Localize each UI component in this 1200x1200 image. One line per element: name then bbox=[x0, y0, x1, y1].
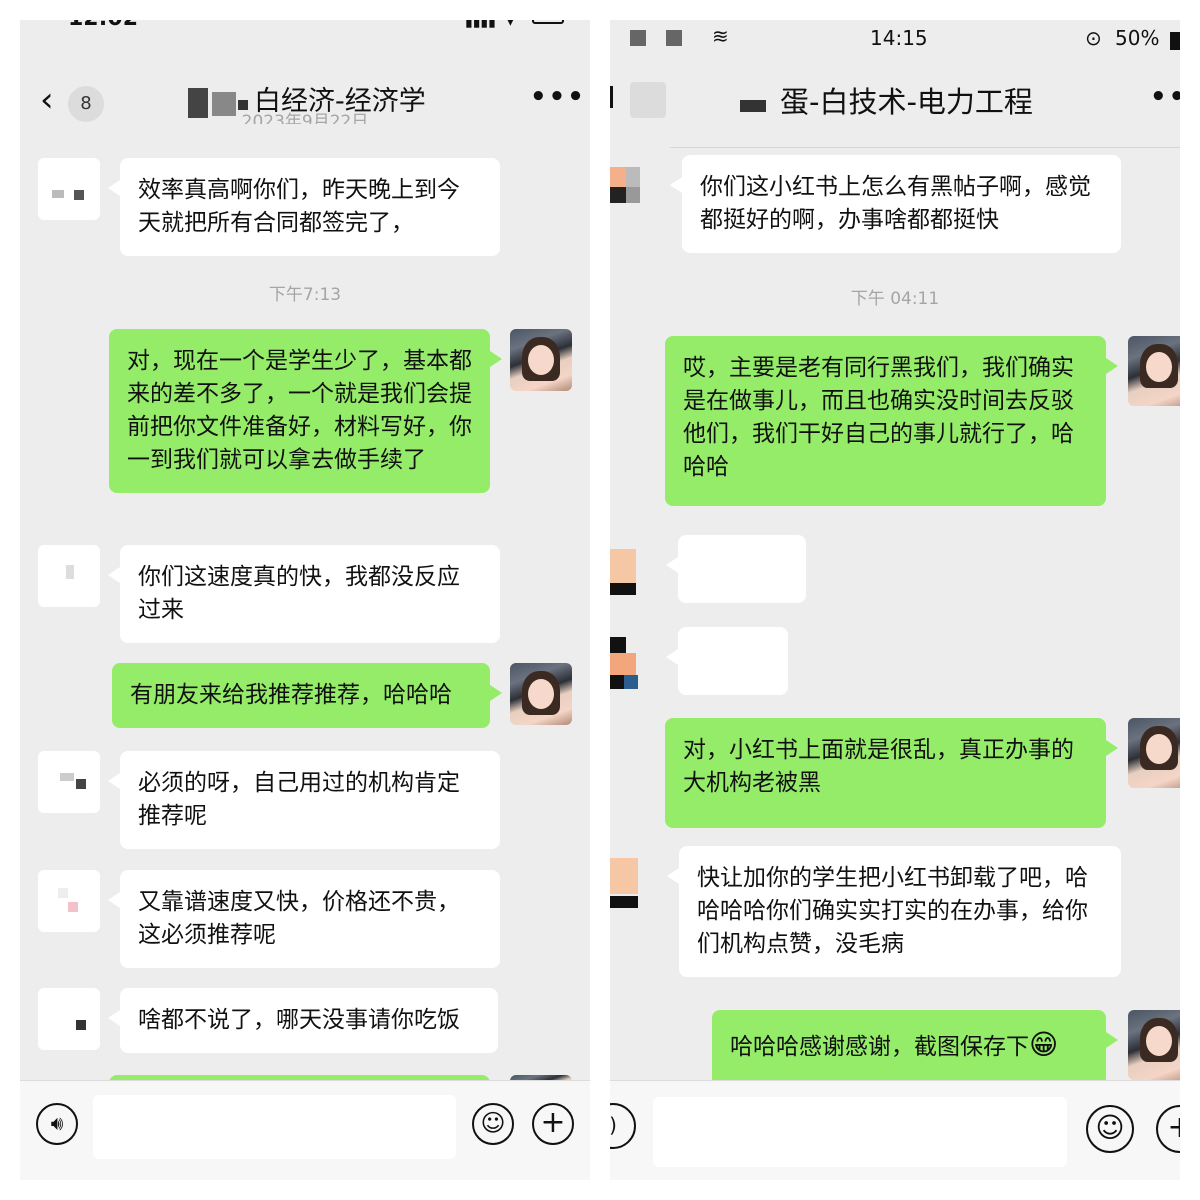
date-stamp: 2023年9月22日 bbox=[241, 112, 369, 124]
my-avatar[interactable] bbox=[1128, 718, 1180, 788]
grin-emoji-icon: 😁 bbox=[1029, 1028, 1059, 1061]
contact-avatar[interactable] bbox=[610, 846, 662, 908]
my-avatar[interactable] bbox=[510, 663, 572, 725]
name-blur bbox=[740, 100, 766, 112]
rotation-lock-icon: ⊙ bbox=[1085, 26, 1102, 50]
status-time: 14:15 bbox=[870, 26, 928, 50]
wifi-icon: ≋ bbox=[712, 24, 729, 48]
header-divider bbox=[670, 147, 1180, 148]
battery-percent: 50% bbox=[1115, 26, 1160, 50]
contact-avatar[interactable] bbox=[610, 627, 662, 689]
contact-avatar[interactable] bbox=[38, 545, 100, 607]
sent-message: 哎，主要是老有同行黑我们，我们确实是在做事儿，而且也确实没时间去反驳他们，我们干… bbox=[665, 336, 1118, 506]
message-input[interactable] bbox=[93, 1095, 456, 1159]
received-message: 你们这速度真的快，我都没反应过来 bbox=[108, 545, 500, 643]
received-message: 你们这小红书上怎么有黑帖子啊，感觉都挺好的啊，办事啥都都挺快 bbox=[670, 155, 1121, 253]
emoji-icon[interactable]: ☺ bbox=[472, 1103, 514, 1145]
contact-avatar[interactable] bbox=[38, 751, 100, 813]
voice-icon[interactable]: ) bbox=[610, 1103, 636, 1149]
my-avatar[interactable] bbox=[1128, 336, 1180, 406]
emoji-icon[interactable]: ☺ bbox=[1086, 1105, 1134, 1153]
more-options-icon[interactable]: •• bbox=[1150, 82, 1180, 112]
my-avatar[interactable] bbox=[510, 329, 572, 391]
signal-icon bbox=[666, 30, 682, 46]
chat-title: 蛋-白技术-电力工程 bbox=[780, 85, 1033, 119]
plus-icon[interactable]: + bbox=[532, 1103, 574, 1145]
my-avatar[interactable] bbox=[1128, 1010, 1180, 1080]
back-icon[interactable] bbox=[610, 86, 613, 108]
sent-message-text: 哈哈哈感谢感谢，截图保存下 bbox=[730, 1034, 1029, 1060]
message-input[interactable] bbox=[653, 1097, 1067, 1167]
contact-avatar[interactable] bbox=[38, 988, 100, 1050]
contact-avatar[interactable] bbox=[38, 870, 100, 932]
battery-icon bbox=[1170, 32, 1180, 50]
received-message-image bbox=[666, 535, 806, 603]
input-bar: 🔊︎ ☺ + bbox=[20, 1080, 590, 1180]
status-bar: 12:02 ▮▮▮▮ ▼ bbox=[20, 20, 590, 62]
wifi-icon: ▼ bbox=[505, 20, 516, 28]
sent-message: 对，现在一个是学生少了，基本都来的差不多了，一个就是我们会提前把你文件准备好，材… bbox=[109, 329, 502, 493]
chat-header: ‹ 8 白经济-经济学 ••• bbox=[20, 62, 590, 142]
contact-avatar[interactable] bbox=[38, 158, 100, 220]
contact-avatar[interactable] bbox=[610, 535, 662, 597]
chat-title: 白经济-经济学 bbox=[254, 86, 426, 117]
chat-header: 蛋-白技术-电力工程 •• bbox=[610, 62, 1180, 142]
sent-message: 对，小红书上面就是很乱，真正办事的大机构老被黑 bbox=[665, 718, 1118, 828]
right-chat-screenshot: ≋ 14:15 ⊙ 50% 蛋-白技术-电力工程 •• 你们这小红书上怎么有黑帖… bbox=[610, 20, 1180, 1180]
received-message: 效率真高啊你们，昨天晚上到今天就把所有合同都签完了， bbox=[108, 158, 500, 256]
received-message: 啥都不说了，哪天没事请你吃饭 bbox=[108, 988, 498, 1053]
status-bar: ≋ 14:15 ⊙ 50% bbox=[610, 20, 1180, 62]
unread-badge[interactable] bbox=[630, 82, 666, 118]
contact-avatar[interactable] bbox=[610, 155, 662, 217]
received-message: 快让加你的学生把小红书卸载了吧，哈哈哈哈你们确实实打实的在办事，给你们机构点赞，… bbox=[667, 846, 1121, 977]
received-message-image bbox=[666, 627, 788, 695]
plus-icon[interactable]: + bbox=[1156, 1105, 1180, 1153]
signal-icon: ▮▮▮▮ bbox=[465, 20, 496, 30]
timestamp: 下午7:13 bbox=[268, 285, 342, 305]
input-bar: ) ☺ + bbox=[610, 1080, 1180, 1180]
sent-message: 有朋友来给我推荐推荐，哈哈哈 bbox=[112, 663, 502, 728]
timestamp: 下午 04:11 bbox=[850, 289, 940, 309]
signal-icon bbox=[630, 30, 646, 46]
received-message: 必须的呀，自己用过的机构肯定推荐呢 bbox=[108, 751, 500, 849]
status-time: 12:02 bbox=[68, 20, 138, 31]
battery-icon bbox=[532, 20, 564, 24]
received-message: 又靠谱速度又快，价格还不贵，这必须推荐呢 bbox=[108, 870, 500, 968]
voice-icon[interactable]: 🔊︎ bbox=[36, 1103, 78, 1145]
left-chat-screenshot: 12:02 ▮▮▮▮ ▼ ‹ 8 白经济-经济学 ••• 2023年9月22日 … bbox=[20, 20, 590, 1180]
